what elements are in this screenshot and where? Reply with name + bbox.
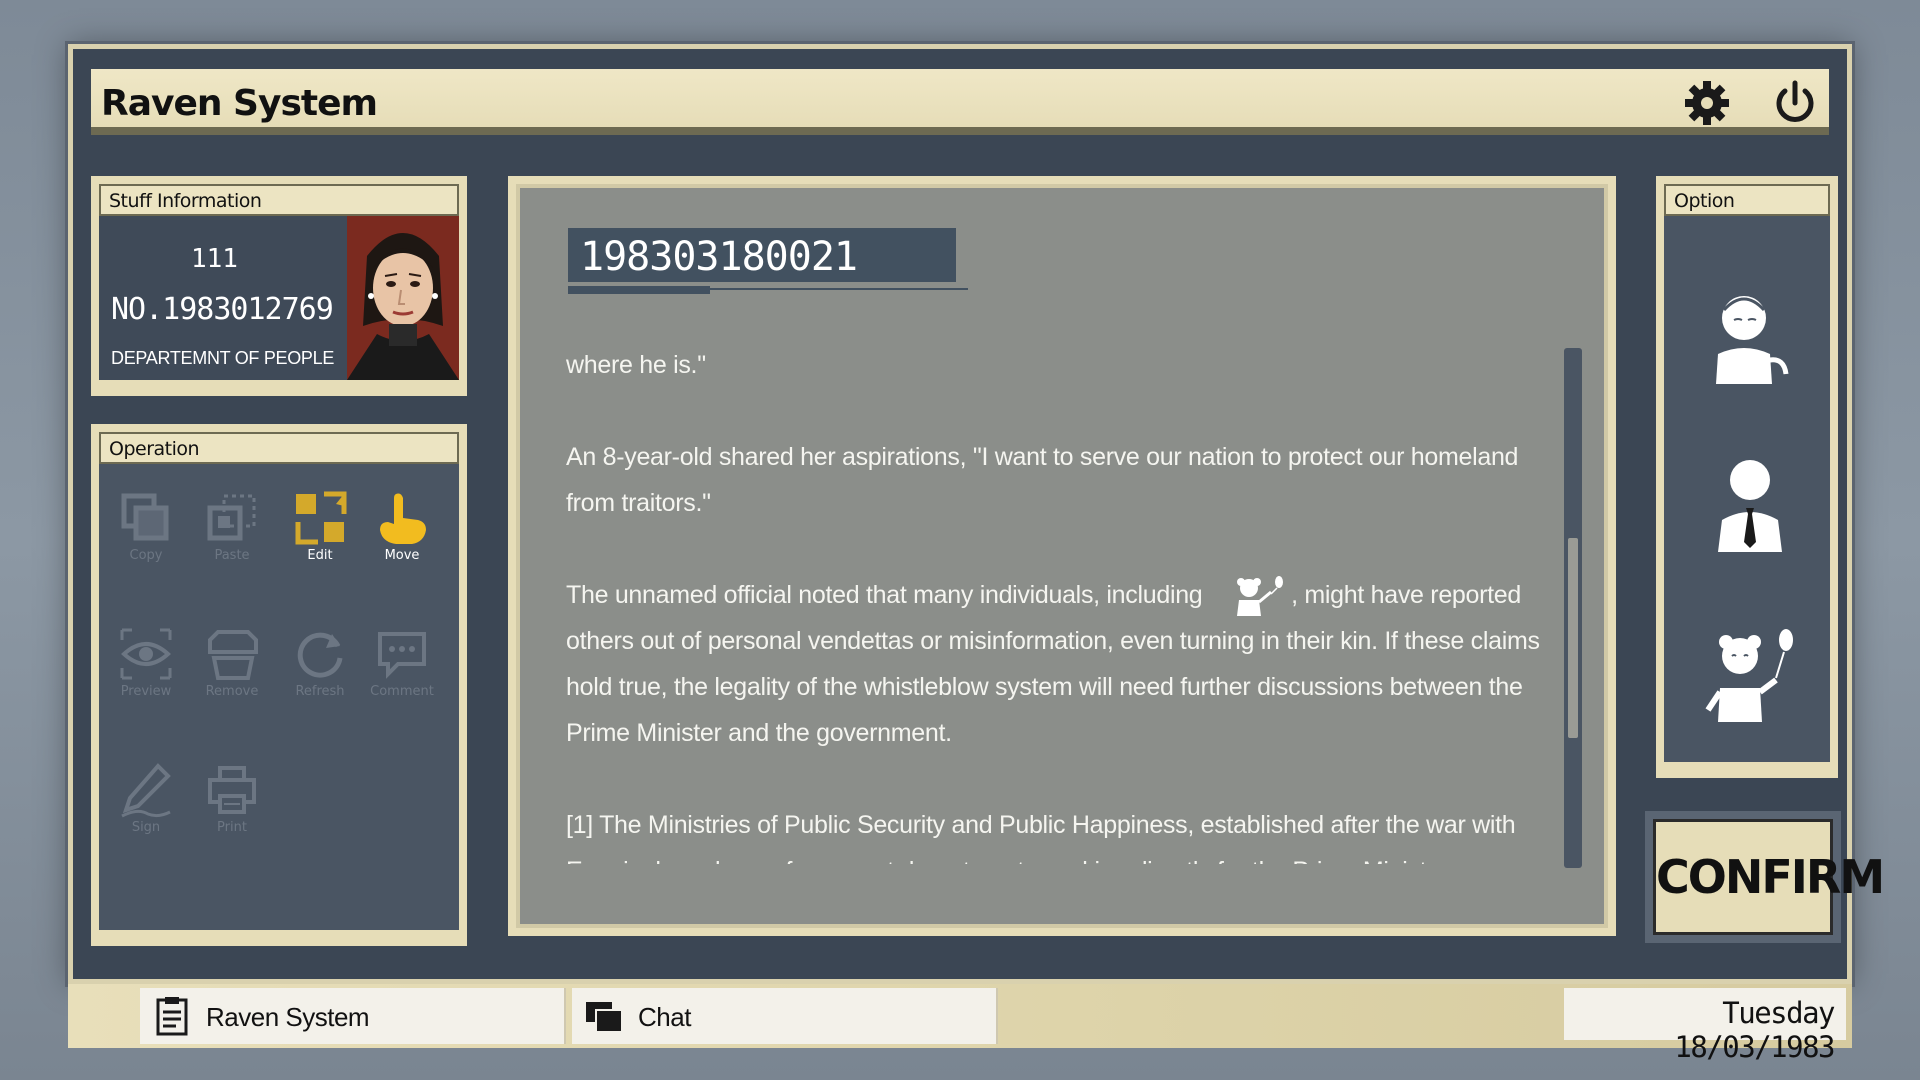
title-bar: Raven System (91, 69, 1829, 135)
document-scrollbar-thumb[interactable] (1568, 538, 1578, 738)
option-panel-header: Option (1664, 184, 1830, 216)
date-display: Tuesday 18/03/1983 (1564, 988, 1846, 1064)
taskbar: Raven System Chat Tuesday 18/03/1983 (68, 984, 1852, 1064)
document-paragraph: [1] The Ministries of Public Security an… (566, 811, 1516, 864)
sign-button[interactable]: Sign (109, 756, 183, 852)
comment-button[interactable]: Comment (365, 620, 439, 716)
edit-label: Edit (307, 548, 333, 563)
taskbar-item-chat[interactable]: Chat (572, 988, 998, 1044)
power-icon[interactable] (1769, 77, 1821, 129)
confirm-button-frame: CONFIRM (1645, 811, 1885, 943)
old-woman-icon[interactable] (1704, 288, 1796, 388)
document-paragraph: An 8-year-old shared her aspirations, "I… (566, 443, 1519, 517)
copy-button[interactable]: Copy (109, 484, 183, 580)
edit-button[interactable]: Edit (283, 484, 357, 580)
girl-with-balloon-icon[interactable] (1209, 576, 1291, 617)
document-icon (156, 997, 188, 1036)
taskbar-item-label: Chat (638, 1002, 691, 1032)
staff-department: DEPARTEMNT OF PEOPLE (111, 348, 335, 368)
move-button[interactable]: Move (365, 484, 439, 580)
staff-portrait (347, 216, 459, 380)
operation-panel-header: Operation (99, 432, 459, 464)
chat-icon (586, 1002, 623, 1033)
remove-label: Remove (205, 684, 259, 699)
remove-button[interactable]: Remove (195, 620, 269, 716)
option-list (1664, 216, 1830, 762)
document-panel: 198303180021 where he is." An 8-year-old… (508, 176, 1616, 936)
paste-icon (207, 494, 256, 541)
option-panel: Option (1656, 176, 1838, 778)
refresh-button[interactable]: Refresh (283, 620, 357, 716)
remove-icon (208, 630, 258, 680)
taskbar-item-raven-system[interactable]: Raven System (140, 988, 566, 1044)
document-scrollbar[interactable] (1564, 348, 1582, 868)
staff-number: NO.1983012769 (111, 292, 334, 327)
operation-buttons: Copy Paste Edit Move Preview Remove Refr… (99, 464, 459, 930)
move-label: Move (384, 548, 420, 563)
monitor-screen: Raven System Stuff Information 111 NO.19… (68, 44, 1885, 984)
document-paragraph: The unnamed official noted that many ind… (566, 572, 1546, 756)
staff-id: 111 (191, 244, 238, 274)
man-in-tie-icon[interactable] (1704, 454, 1796, 554)
print-label: Print (217, 820, 247, 835)
sign-label: Sign (131, 820, 161, 835)
refresh-icon (297, 632, 343, 678)
confirm-button[interactable]: CONFIRM (1653, 819, 1885, 935)
printer-icon (208, 766, 256, 814)
document-text[interactable]: where he is." An 8-year-old shared her a… (566, 342, 1546, 864)
paste-button[interactable]: Paste (195, 484, 269, 580)
paste-label: Paste (214, 548, 250, 563)
document-paragraph: where he is." (566, 351, 706, 379)
settings-gear-icon[interactable] (1681, 77, 1733, 129)
edit-icon (295, 491, 347, 545)
app-title: Raven System (101, 83, 378, 124)
girl-with-balloon-icon[interactable] (1704, 626, 1796, 726)
staff-panel-header: Stuff Information (99, 184, 459, 216)
paragraph-text: The unnamed official noted that many ind… (566, 581, 1210, 609)
staff-information-panel: Stuff Information 111 NO.1983012769 DEPA… (91, 176, 467, 396)
refresh-label: Refresh (295, 684, 345, 699)
operation-panel: Operation Copy Paste Edit Move Preview R… (91, 424, 467, 946)
comment-icon (378, 632, 426, 679)
preview-button[interactable]: Preview (109, 620, 183, 716)
print-button[interactable]: Print (195, 756, 269, 852)
pen-icon (121, 763, 171, 818)
copy-icon (121, 493, 169, 541)
eye-icon (120, 628, 172, 680)
comment-label: Comment (370, 684, 434, 699)
document-viewer: 198303180021 where he is." An 8-year-old… (516, 184, 1608, 928)
document-number-progress (568, 286, 710, 294)
staff-card: 111 NO.1983012769 DEPARTEMNT OF PEOPLE (99, 216, 459, 380)
copy-label: Copy (129, 548, 163, 563)
preview-label: Preview (120, 684, 172, 699)
taskbar-item-label: Raven System (206, 1002, 370, 1032)
pointing-hand-icon (380, 493, 426, 544)
document-number: 198303180021 (568, 228, 956, 282)
